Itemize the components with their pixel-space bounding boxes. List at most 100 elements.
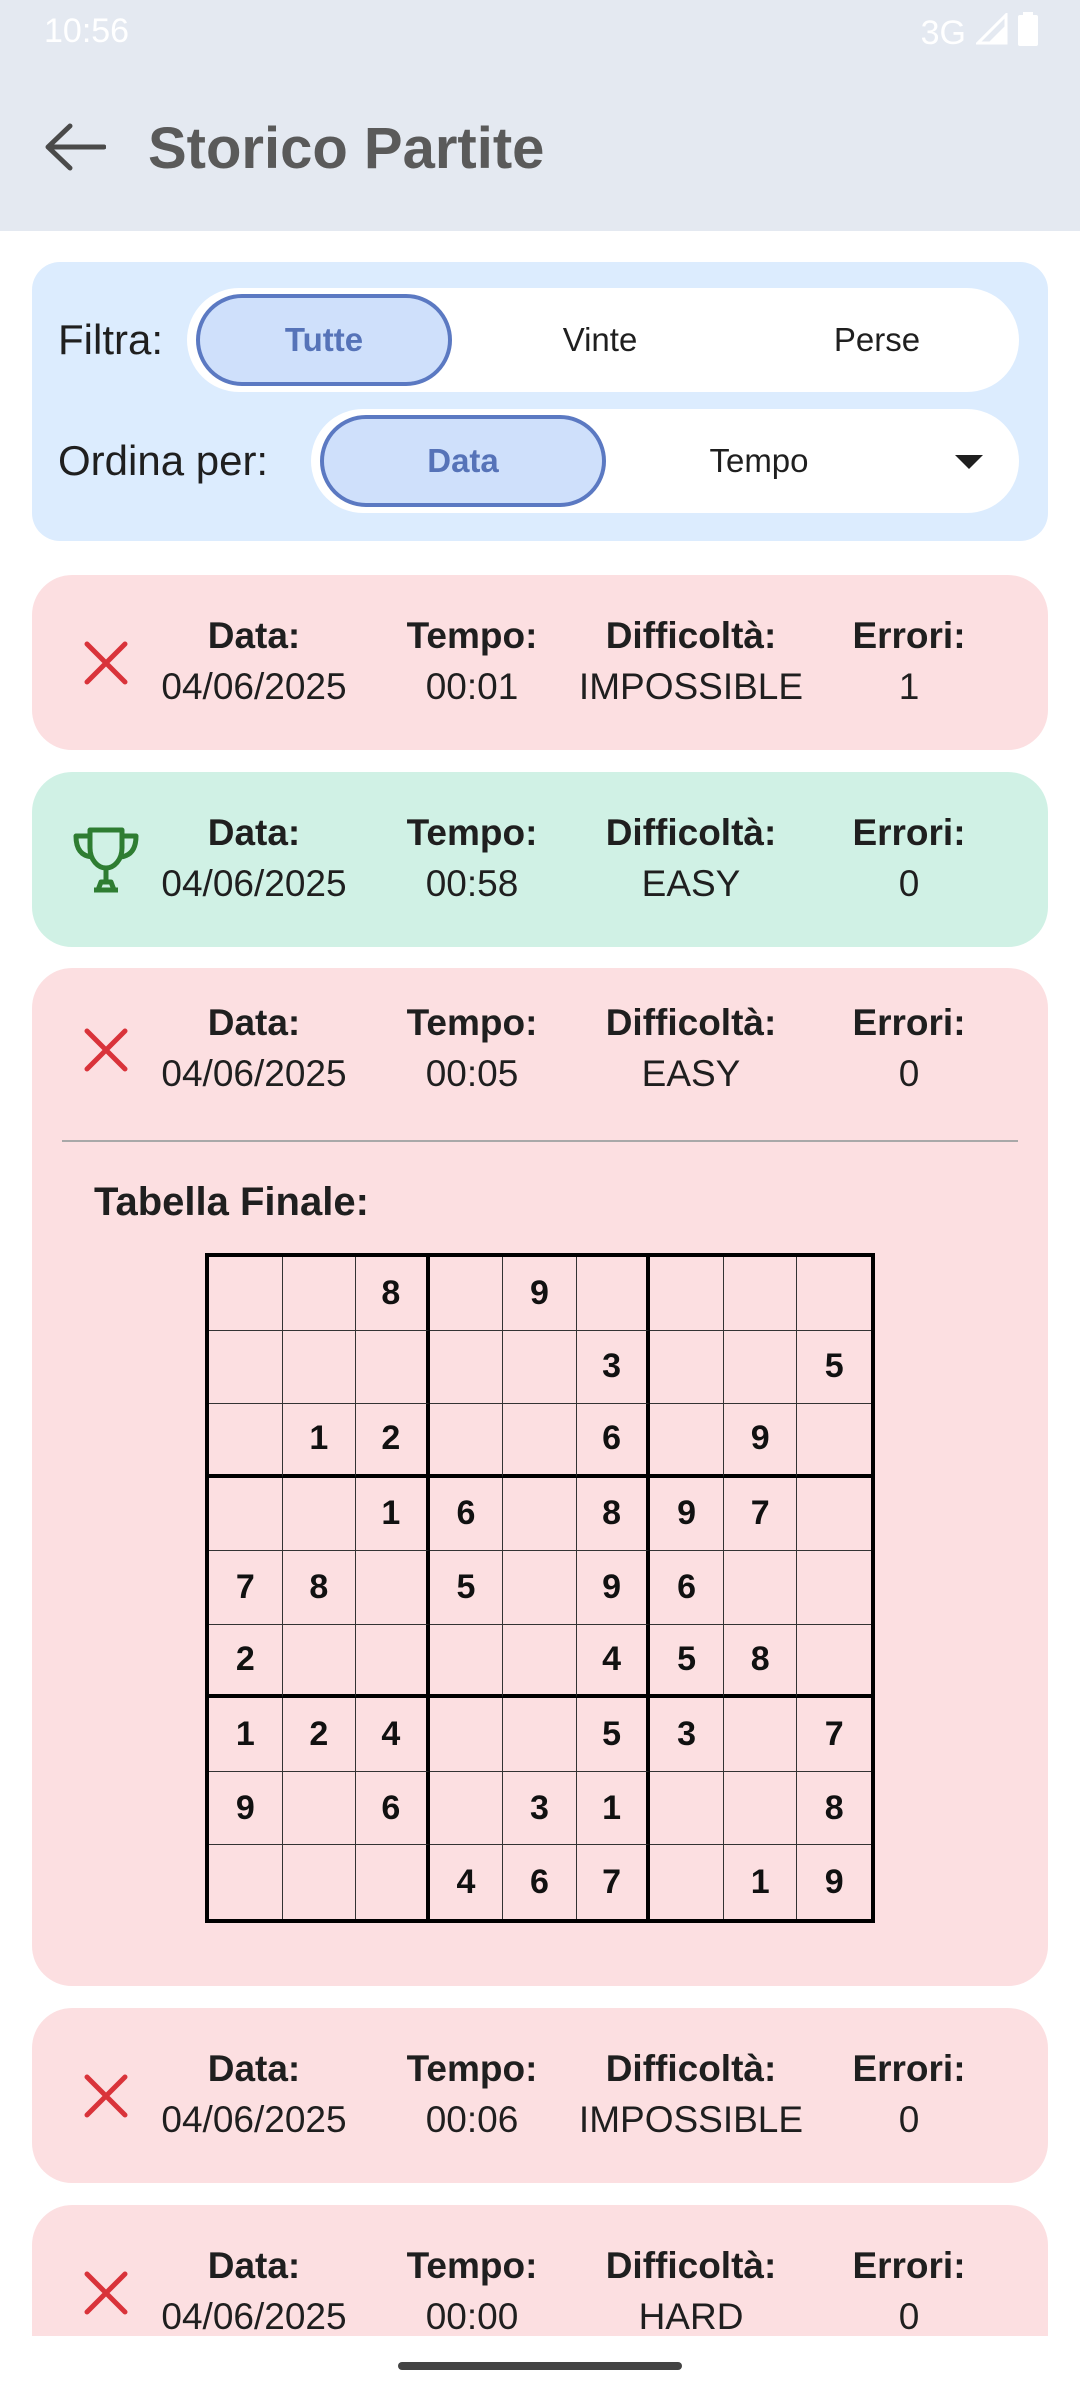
sudoku-cell: [797, 1551, 871, 1625]
sudoku-cell: 3: [576, 1330, 651, 1405]
sudoku-cell: 6: [576, 1404, 651, 1478]
sudoku-cell: [356, 1845, 430, 1919]
filter-label: Filtra:: [58, 316, 163, 363]
sort-option-tempo[interactable]: Tempo: [616, 415, 902, 507]
page-title: Storico Partite: [148, 116, 545, 181]
errors-label: Errori:: [852, 2245, 966, 2286]
errors-label: Errori:: [852, 615, 966, 656]
game-card[interactable]: Data: 04/06/2025 Tempo: 00:01 Difficoltà: I…: [32, 575, 1048, 750]
errors-column: Errori: 0: [779, 808, 1039, 910]
sort-segmented-control: Data Tempo: [311, 409, 1019, 513]
errors-column: Errori: 0: [779, 2241, 1039, 2336]
sudoku-cell: [209, 1404, 283, 1478]
sudoku-cell: [797, 1404, 871, 1478]
sudoku-cell: 8: [723, 1624, 798, 1699]
sudoku-cell: [282, 1330, 357, 1405]
sudoku-cell: [429, 1330, 504, 1405]
sudoku-cell: 7: [209, 1551, 283, 1625]
sudoku-cell: 5: [429, 1551, 504, 1625]
sudoku-cell: 2: [282, 1698, 357, 1772]
game-card[interactable]: Data: 04/06/2025 Tempo: 00:58 Difficoltà: E…: [32, 772, 1048, 947]
sudoku-cell: 3: [650, 1698, 724, 1772]
sudoku-cell: 3: [503, 1771, 577, 1846]
game-card[interactable]: Data: 04/06/2025 Tempo: 00:06 Difficoltà: I…: [32, 2008, 1048, 2183]
sudoku-cell: [650, 1771, 724, 1846]
filter-option-vinte[interactable]: Vinte: [472, 294, 728, 386]
final-board-title: Tabella Finale:: [94, 1180, 369, 1224]
sudoku-cell: [797, 1478, 871, 1552]
game-card[interactable]: Data: 04/06/2025 Tempo: 00:00 Difficoltà: H…: [32, 2205, 1048, 2336]
sudoku-cell: [282, 1477, 357, 1552]
sudoku-cell: [429, 1771, 504, 1846]
sudoku-cell: [723, 1330, 798, 1405]
arrow-left-icon: [44, 123, 107, 176]
sudoku-cell: [356, 1624, 430, 1699]
sudoku-cell: 5: [576, 1698, 651, 1772]
home-indicator[interactable]: [398, 2362, 682, 2370]
sudoku-cell: 6: [650, 1551, 724, 1625]
sudoku-cell: [797, 1257, 871, 1331]
sudoku-cell: [576, 1257, 651, 1331]
errors-value: 1: [898, 666, 920, 707]
sudoku-board: 89351269168977859624581245379631846719: [205, 1253, 875, 1923]
dropdown-arrow-icon[interactable]: [955, 455, 983, 469]
screen-content: 10:56 3G Storico Partite Filtra: Tutte V…: [0, 0, 1080, 2336]
game-card-expanded[interactable]: Data: 04/06/2025 Tempo: 00:05 Difficoltà: E…: [32, 968, 1048, 1986]
sudoku-cell: 9: [824, 1862, 844, 1901]
sudoku-cell: [282, 1624, 357, 1699]
sudoku-cell: 7: [797, 1698, 871, 1772]
app-bar: Storico Partite: [0, 62, 1080, 231]
sudoku-cell: [503, 1624, 577, 1699]
sudoku-cell: 4: [356, 1698, 430, 1772]
network-label: 3G: [920, 14, 966, 52]
sudoku-cell: 9: [576, 1551, 651, 1625]
sudoku-cell: [503, 1477, 577, 1552]
status-icons: 3G: [920, 11, 1038, 55]
sudoku-cell: 8: [356, 1257, 430, 1331]
errors-label: Errori:: [852, 1002, 966, 1043]
sudoku-cell: [209, 1477, 283, 1552]
back-button[interactable]: [38, 112, 112, 186]
sudoku-cell: [356, 1330, 430, 1405]
sudoku-cell: [650, 1845, 724, 1919]
battery-icon: [1018, 12, 1038, 55]
sudoku-cell: 1: [209, 1698, 283, 1772]
sudoku-cell: 6: [503, 1845, 577, 1919]
signal-icon: [974, 11, 1008, 54]
errors-column: Errori: 0: [779, 2044, 1039, 2146]
sudoku-cell: 6: [429, 1477, 504, 1552]
sudoku-cell: 1: [576, 1771, 651, 1846]
sudoku-cell: [503, 1404, 577, 1478]
sudoku-cell: 2: [209, 1624, 283, 1699]
filter-option-perse[interactable]: Perse: [749, 294, 1005, 386]
sudoku-cell: 4: [430, 1845, 504, 1919]
errors-value: 0: [898, 2296, 920, 2336]
sudoku-cell: 5: [650, 1624, 724, 1699]
errors-value: 0: [898, 2099, 920, 2140]
sudoku-cell: [723, 1257, 798, 1331]
sudoku-cell: [650, 1257, 724, 1331]
sort-option-data[interactable]: Data: [320, 415, 606, 507]
errors-column: Errori: 1: [779, 611, 1039, 713]
sudoku-cell: [503, 1330, 577, 1405]
sudoku-cell: 9: [209, 1771, 283, 1846]
sudoku-cell: 8: [282, 1551, 357, 1625]
sudoku-cell: 1: [724, 1845, 798, 1919]
filter-option-tutte[interactable]: Tutte: [196, 294, 452, 386]
sudoku-cell: 5: [797, 1331, 871, 1405]
sudoku-cell: 2: [356, 1404, 430, 1478]
sudoku-cell: 7: [723, 1477, 798, 1552]
sort-label: Ordina per:: [58, 437, 269, 484]
sudoku-cell: [356, 1551, 430, 1625]
sudoku-cell: [209, 1257, 283, 1331]
sudoku-cell: 8: [797, 1772, 871, 1846]
sudoku-cell: [209, 1845, 283, 1919]
errors-value: 0: [898, 863, 920, 904]
sudoku-cell: 6: [356, 1771, 430, 1846]
status-bar: 10:56 3G: [0, 0, 1080, 62]
sudoku-cell: [429, 1698, 504, 1772]
sudoku-cell: 1: [356, 1477, 430, 1552]
errors-label: Errori:: [852, 2048, 966, 2089]
sudoku-cell: [723, 1771, 798, 1846]
sudoku-cell: 8: [576, 1477, 651, 1552]
